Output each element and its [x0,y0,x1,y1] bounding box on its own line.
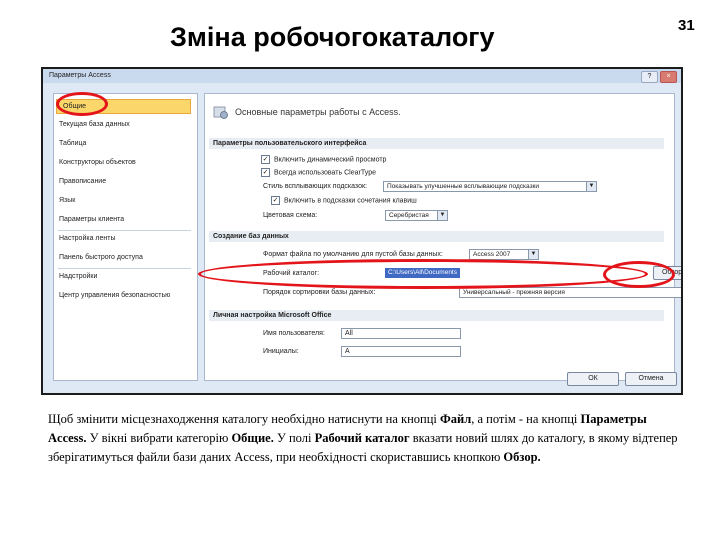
slide-title: Зміна робочогокаталогу [170,22,495,52]
caption-bold: Общие. [231,431,274,445]
color-scheme-select[interactable]: Серебристая ▼ [385,210,448,221]
nav-item-quick-access[interactable]: Панель быстрого доступа [59,254,143,261]
highlight-circle-working-folder [198,259,648,289]
checkbox-checked-icon[interactable]: ✓ [261,168,270,177]
initials-input[interactable]: A [341,346,461,357]
highlight-circle-general [56,92,108,116]
access-options-dialog: Параметры Access ? × Общие Текущая база … [41,67,683,395]
live-preview-option[interactable]: ✓ Включить динамический просмотр [261,155,386,164]
checkbox-checked-icon[interactable]: ✓ [271,196,280,205]
section-ui: Параметры пользовательского интерфейса [209,138,664,149]
caption-text: Щоб змінити місцезнаходження каталогу не… [48,412,441,426]
user-name-label: Имя пользователя: [263,330,325,337]
section-create-db: Создание баз данных [209,231,664,242]
live-preview-label: Включить динамический просмотр [274,156,387,164]
caption-text: У полі [273,431,315,445]
nav-item-client-settings[interactable]: Параметры клиента [59,216,124,223]
slide-number: 31 [678,17,695,34]
initials-label: Инициалы: [263,348,299,355]
caption-bold: Файл [440,412,472,426]
nav-item-language[interactable]: Язык [59,197,75,204]
chevron-down-icon[interactable]: ▼ [528,250,538,259]
nav-item-proofing[interactable]: Правописание [59,178,106,185]
nav-item-trust-center[interactable]: Центр управления безопасностью [59,292,170,299]
sort-order-label: Порядок сортировки базы данных: [263,289,376,296]
instruction-caption: Щоб змінити місцезнаходження каталогу не… [48,410,688,467]
highlight-circle-browse [603,261,675,288]
nav-item-current-db[interactable]: Текущая база данных [59,121,130,128]
nav-item-designers[interactable]: Конструкторы объектов [59,159,136,166]
chevron-down-icon[interactable]: ▼ [586,182,596,191]
header-text: Основные параметры работы с Access. [235,107,401,117]
color-scheme-label: Цветовая схема: [263,212,318,219]
cleartype-label: Всегда использовать ClearType [274,169,376,177]
caption-bold: Рабочий каталог [314,431,410,445]
tooltip-style-select[interactable]: Показывать улучшенные всплывающие подска… [383,181,597,192]
sort-order-select[interactable]: Универсальный - прежняя версия▼ [459,287,681,298]
help-button[interactable]: ? [641,71,658,83]
category-nav: Общие Текущая база данных Таблица Констр… [53,93,198,381]
nav-item-customize-ribbon[interactable]: Настройка ленты [59,235,116,242]
tooltip-style-value: Показывать улучшенные всплывающие подска… [387,183,540,190]
chevron-down-icon[interactable]: ▼ [437,211,447,220]
shortcuts-option[interactable]: ✓ Включить в подсказки сочетания клавиш [271,196,417,205]
caption-bold: Обзор. [503,450,541,464]
dialog-title: Параметры Access [49,72,111,79]
caption-text: У вікні вибрати категорію [86,431,232,445]
sort-order-value: Универсальный - прежняя версия [463,289,565,296]
caption-text: , а потім - на кнопці [471,412,581,426]
cancel-button[interactable]: Отмена [625,372,677,386]
default-format-label: Формат файла по умолчанию для пустой баз… [263,251,443,258]
nav-item-addins[interactable]: Надстройки [59,273,97,280]
shortcuts-label: Включить в подсказки сочетания клавиш [284,197,417,205]
options-icon [213,106,228,119]
default-format-value: Access 2007 [473,251,511,258]
ok-button[interactable]: ОК [567,372,619,386]
options-content: Основные параметры работы с Access. Пара… [204,93,681,381]
section-personalize: Личная настройка Microsoft Office [209,310,664,321]
nav-item-table[interactable]: Таблица [59,140,86,147]
cleartype-option[interactable]: ✓ Всегда использовать ClearType [261,168,376,177]
nav-divider [58,268,191,269]
nav-divider [58,230,191,231]
default-format-select[interactable]: Access 2007 ▼ [469,249,539,260]
dialog-titlebar: Параметры Access ? × [43,69,681,83]
tooltip-style-label: Стиль всплывающих подсказок: [263,183,367,190]
checkbox-checked-icon[interactable]: ✓ [261,155,270,164]
user-name-input[interactable]: All [341,328,461,339]
close-button[interactable]: × [660,71,677,83]
color-scheme-value: Серебристая [389,212,429,219]
